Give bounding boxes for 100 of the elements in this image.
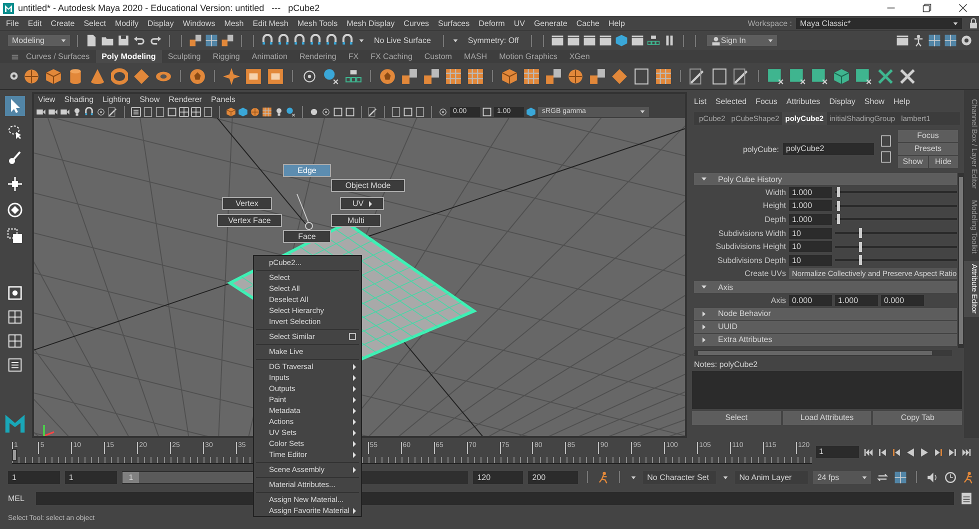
- redo-icon[interactable]: [149, 34, 162, 47]
- light-bulb-icon[interactable]: [274, 106, 284, 116]
- pencil-icon[interactable]: [108, 106, 118, 116]
- collapsed-arrow-icon[interactable]: [700, 336, 708, 344]
- shelf-tab[interactable]: MASH: [458, 50, 494, 63]
- shelf-tab[interactable]: FX Caching: [364, 50, 418, 63]
- four-pane-icon[interactable]: [6, 332, 24, 350]
- previous-key-icon[interactable]: [891, 446, 902, 458]
- nodes-icon[interactable]: [345, 68, 362, 84]
- anim-layer-dropdown[interactable]: No Anim Layer: [735, 470, 808, 484]
- calculator-icon[interactable]: [960, 492, 973, 504]
- magnet-icon[interactable]: [309, 34, 322, 47]
- slider-handle[interactable]: [837, 187, 840, 198]
- target-icon[interactable]: [301, 68, 318, 84]
- square-icon[interactable]: [403, 106, 413, 116]
- slider-handle[interactable]: [859, 242, 862, 252]
- single-pane-icon[interactable]: [6, 284, 24, 302]
- box-icon[interactable]: [789, 68, 806, 84]
- collapsed-arrow-icon[interactable]: [700, 322, 708, 331]
- outliner-icon[interactable]: [6, 356, 24, 374]
- nodes-icon[interactable]: [646, 34, 660, 47]
- skip-to-end-icon[interactable]: [961, 446, 972, 458]
- section-header[interactable]: UUID: [694, 320, 957, 333]
- menu-item[interactable]: Focus: [756, 96, 778, 106]
- shelf-tab[interactable]: Rigging: [206, 50, 246, 63]
- play-icon[interactable]: [919, 446, 930, 458]
- workspace-dropdown[interactable]: Maya Classic*: [796, 18, 962, 28]
- grid-icon[interactable]: [655, 68, 672, 84]
- camera-icon[interactable]: [48, 106, 58, 116]
- magnet-icon[interactable]: [84, 106, 94, 116]
- step-back-icon[interactable]: [877, 446, 888, 458]
- restore-icon[interactable]: [921, 2, 933, 14]
- menu-item[interactable]: Modify: [114, 18, 138, 28]
- panel-menu-item[interactable]: View: [38, 95, 56, 104]
- marking-menu-item[interactable]: Multi: [331, 214, 381, 227]
- marking-menu-item[interactable]: UV: [340, 197, 384, 210]
- magnet-icon[interactable]: [277, 34, 290, 47]
- ball-icon[interactable]: [379, 68, 396, 84]
- sphere-icon[interactable]: [309, 106, 319, 116]
- value-field[interactable]: 0.000: [789, 294, 832, 306]
- menu-item[interactable]: Mesh Tools: [297, 18, 338, 28]
- ball-icon[interactable]: [189, 68, 206, 84]
- slider-handle[interactable]: [837, 214, 840, 224]
- four-pane-icon[interactable]: [179, 106, 189, 116]
- shelf-tab[interactable]: Sculpting: [162, 50, 207, 63]
- menu-set-dropdown[interactable]: Modeling: [8, 35, 70, 46]
- step-forward-icon[interactable]: [947, 446, 958, 458]
- dot-icon[interactable]: [286, 106, 296, 116]
- shelf-tab[interactable]: XGen: [563, 50, 596, 63]
- menu-item[interactable]: Display: [829, 96, 856, 106]
- menu-item[interactable]: UV: [514, 18, 525, 28]
- scale-icon[interactable]: [5, 226, 25, 246]
- grid-icon[interactable]: [262, 106, 272, 116]
- undo-icon[interactable]: [133, 34, 146, 47]
- box-icon[interactable]: [767, 68, 784, 84]
- menu-item[interactable]: Attributes: [786, 96, 820, 106]
- blocks-icon[interactable]: [189, 34, 202, 47]
- frame-rate-dropdown[interactable]: 24 fps: [813, 470, 872, 484]
- dot-icon[interactable]: [323, 68, 340, 84]
- grid-icon[interactable]: [467, 68, 484, 84]
- panel-layout-icon[interactable]: [894, 470, 908, 484]
- close-icon[interactable]: [957, 2, 969, 14]
- grid-icon[interactable]: [445, 68, 462, 84]
- focus-button[interactable]: Focus: [898, 130, 958, 142]
- shelf-tab[interactable]: Poly Modeling: [96, 50, 162, 63]
- value-field[interactable]: 1.000: [789, 200, 832, 212]
- shelf-tab[interactable]: FX: [342, 50, 365, 63]
- menu-item[interactable]: Mesh Display: [346, 18, 395, 28]
- menu-item[interactable]: Show: [864, 96, 884, 106]
- torus-icon[interactable]: [111, 68, 128, 84]
- pencil-icon[interactable]: [733, 68, 750, 84]
- frame-icon[interactable]: [880, 151, 892, 163]
- panel-layout-icon[interactable]: [944, 34, 957, 47]
- cube-icon[interactable]: [614, 34, 628, 47]
- blocks-icon[interactable]: [423, 68, 440, 84]
- value-field[interactable]: 10: [789, 241, 832, 252]
- menu-item[interactable]: Create: [50, 18, 75, 28]
- cube-icon[interactable]: [833, 68, 850, 84]
- hide-button[interactable]: Hide: [928, 156, 958, 168]
- clock-icon[interactable]: [944, 470, 958, 484]
- settings-icon[interactable]: [960, 34, 973, 47]
- menu-item[interactable]: Help: [608, 18, 625, 28]
- menu-item[interactable]: Curves: [404, 18, 430, 28]
- target-icon[interactable]: [96, 106, 106, 116]
- play-backward-icon[interactable]: [905, 446, 916, 458]
- panel-menu-item[interactable]: Panels: [210, 95, 236, 104]
- expanded-arrow-icon[interactable]: [700, 175, 708, 183]
- speaker-icon[interactable]: [926, 470, 940, 484]
- value-field[interactable]: 10: [789, 228, 832, 239]
- frame-icon[interactable]: [633, 68, 650, 84]
- editor-button[interactable]: Copy Tab: [873, 411, 962, 425]
- frame-icon[interactable]: [391, 106, 401, 116]
- magnet-icon[interactable]: [341, 34, 354, 47]
- blocks-icon[interactable]: [589, 68, 606, 84]
- current-frame-marker[interactable]: [12, 448, 17, 460]
- value-field[interactable]: 1.000: [835, 294, 878, 306]
- menu-item[interactable]: Edit Mesh: [252, 18, 288, 28]
- menu-item[interactable]: List: [694, 96, 706, 106]
- sphere-icon[interactable]: [250, 106, 260, 116]
- camera-icon[interactable]: [60, 106, 70, 116]
